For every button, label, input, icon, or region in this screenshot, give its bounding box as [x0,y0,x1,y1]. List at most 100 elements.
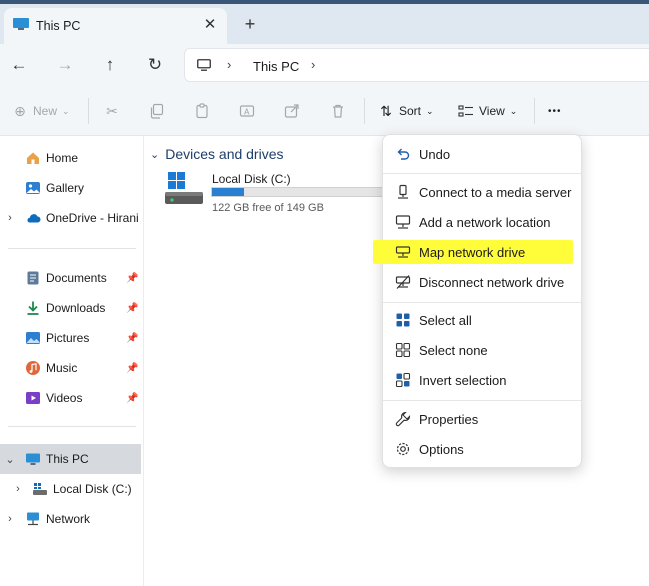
breadcrumb-chevron-icon: › [227,57,232,72]
breadcrumb-chevron-icon[interactable]: › [311,57,315,72]
view-button[interactable]: View ⌄ [458,98,517,124]
disconnect-drive-icon [395,275,411,289]
paste-button[interactable] [194,98,210,124]
trash-icon [333,104,343,118]
drive-icon [33,483,47,495]
select-none-icon [395,342,411,358]
menu-item-disconnect-network-drive[interactable]: Disconnect network drive [387,268,579,296]
pin-icon[interactable]: 📌 [126,363,138,374]
toolbar-divider [364,98,365,124]
menu-item-select-all[interactable]: Select all [387,306,579,334]
more-options-menu: Undo Connect to a media server Add a net… [373,134,582,468]
view-label: View [479,104,505,118]
sidebar-item-videos[interactable]: Videos 📌 [0,384,141,412]
view-icon [458,105,473,117]
delete-button[interactable] [330,98,346,124]
more-options-button[interactable]: ••• [548,98,562,124]
menu-item-label: Select all [419,313,472,328]
sort-button[interactable]: ⇅ Sort ⌄ [378,98,434,124]
pin-icon[interactable]: 📌 [126,273,138,284]
pin-icon[interactable]: 📌 [126,333,138,344]
pc-icon [26,453,40,465]
tab-this-pc[interactable]: This PC ✕ [4,8,227,44]
scissors-icon: ✂ [106,103,118,119]
menu-item-label: Invert selection [419,373,507,388]
drive-usage-fill [212,188,245,196]
chevron-right-icon[interactable]: › [12,483,24,495]
menu-item-select-none[interactable]: Select none [387,336,579,364]
sidebar-item-this-pc[interactable]: ⌄ This PC [0,444,141,474]
menu-item-add-network-location[interactable]: Add a network location [387,208,579,236]
back-button[interactable]: ← [6,52,32,78]
menu-divider [383,173,581,174]
forward-button[interactable]: → [52,52,78,78]
menu-item-label: Map network drive [419,245,526,260]
close-tab-button[interactable]: ✕ [200,15,220,35]
chevron-right-icon[interactable]: › [4,513,16,525]
rename-button[interactable]: A [239,98,255,124]
cloud-icon [27,214,41,223]
menu-item-map-network-drive[interactable]: Map network drive [373,238,579,266]
menu-item-label: Add a network location [419,215,551,230]
pin-icon[interactable]: 📌 [126,393,138,404]
copy-button[interactable] [149,98,165,124]
music-icon [26,361,40,375]
address-bar[interactable]: › This PC › [184,48,649,82]
up-button[interactable]: ↑ [97,52,123,78]
menu-item-connect-media-server[interactable]: Connect to a media server [387,178,579,206]
share-button[interactable] [284,98,300,124]
menu-item-invert-selection[interactable]: Invert selection [387,366,579,394]
devices-group-header[interactable]: ⌄ Devices and drives [150,146,284,162]
sidebar-item-label: Downloads [46,301,106,315]
sidebar-item-label: Documents [46,271,107,285]
chevron-right-icon[interactable]: › [4,212,16,224]
sidebar-item-local-disk[interactable]: › Local Disk (C:) [0,475,141,503]
drive-name: Local Disk (C:) [212,172,291,186]
media-server-icon [398,184,408,199]
pin-icon[interactable]: 📌 [126,303,138,314]
breadcrumb-this-pc[interactable]: This PC [253,59,299,74]
gallery-icon [26,182,40,194]
toolbar-divider [88,98,89,124]
monitor-icon [197,59,211,71]
refresh-button[interactable]: ↻ [142,52,168,78]
pc-icon [13,18,29,30]
clipboard-icon [196,103,208,119]
sidebar-item-label: Videos [46,391,83,405]
rename-icon: A [239,105,255,117]
videos-icon [26,392,40,404]
navigation-pane: Home Gallery › OneDrive - Hirani E Docum… [0,136,144,586]
sidebar-item-music[interactable]: Music 📌 [0,354,141,382]
menu-item-options[interactable]: Options [387,435,579,463]
chevron-down-icon: ⌄ [426,105,434,116]
menu-item-properties[interactable]: Properties [387,405,579,433]
sidebar-item-onedrive[interactable]: › OneDrive - Hirani E [0,204,141,232]
sidebar-item-home[interactable]: Home [0,144,141,172]
menu-item-undo[interactable]: Undo [387,140,579,168]
toolbar-divider [534,98,535,124]
menu-item-label: Undo [419,147,451,162]
cut-button[interactable]: ✂ [104,98,120,124]
drive-tile-local-disk[interactable]: Local Disk (C:) 122 GB free of 149 GB [160,168,391,216]
menu-item-label: Select none [419,343,488,358]
windows-drive-icon [165,172,203,204]
sidebar-item-label: Music [46,361,78,375]
sidebar-item-pictures[interactable]: Pictures 📌 [0,324,141,352]
sidebar-item-downloads[interactable]: Downloads 📌 [0,294,141,322]
tab-title: This PC [36,19,81,33]
sidebar-item-label: Gallery [46,181,85,195]
sidebar-item-label: Network [46,512,91,526]
menu-divider [383,400,581,401]
sidebar-item-label: Local Disk (C:) [53,482,132,496]
new-tab-button[interactable]: + [240,14,260,34]
menu-item-label: Options [419,442,464,457]
chevron-down-icon[interactable]: ⌄ [4,453,16,466]
sidebar-item-documents[interactable]: Documents 📌 [0,264,141,292]
sidebar-item-gallery[interactable]: Gallery [0,174,141,202]
sidebar-item-network[interactable]: › Network [0,505,141,533]
copy-icon [150,103,164,119]
downloads-icon [27,301,39,315]
new-button[interactable]: ⊕ New ⌄ [12,98,69,124]
navigation-bar: ← → ↑ ↻ › This PC › [0,44,649,86]
svg-text:A: A [244,108,250,117]
